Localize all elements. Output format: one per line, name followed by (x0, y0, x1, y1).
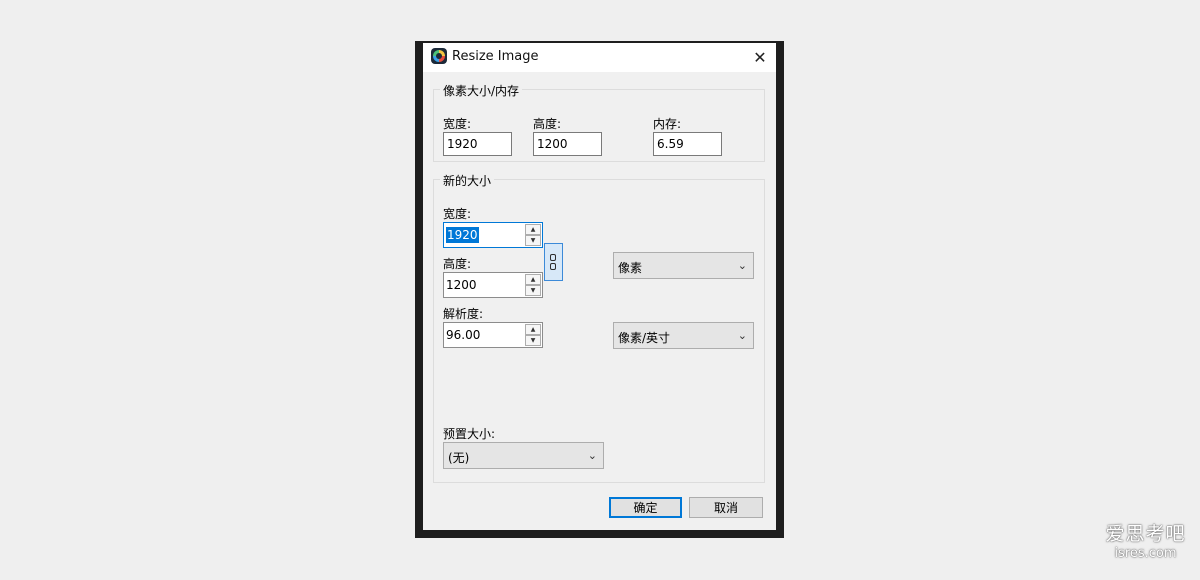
size-unit-select[interactable]: 像素 ⌄ (613, 252, 754, 279)
window-title: Resize Image (452, 49, 539, 64)
chain-link-icon (550, 254, 556, 261)
preset-size-select[interactable]: (无) ⌄ (443, 442, 604, 469)
watermark-url: isres.com (1114, 546, 1177, 561)
chevron-down-icon[interactable]: ▼ (525, 335, 541, 346)
new-height-label: 高度: (443, 257, 472, 271)
chevron-up-icon[interactable]: ▲ (525, 274, 541, 285)
close-icon: ✕ (753, 48, 767, 67)
new-height-value[interactable]: 1200 (446, 277, 477, 293)
new-height-spinner[interactable]: 1200 ▲ ▼ (443, 272, 543, 298)
app-icon (431, 48, 447, 64)
memory-field[interactable]: 6.59 (653, 132, 722, 156)
chevron-down-icon[interactable]: ▼ (525, 285, 541, 296)
orig-height-label: 高度: (533, 117, 562, 131)
preset-size-value: (无) (448, 451, 470, 465)
resize-image-dialog: Resize Image ✕ 像素大小/内存 宽度: 1920 高度: 1200… (423, 43, 776, 530)
resolution-value[interactable]: 96.00 (446, 327, 480, 343)
chevron-down-icon: ⌄ (587, 449, 597, 462)
chevron-down-icon[interactable]: ▼ (525, 235, 541, 246)
new-width-label: 宽度: (443, 207, 472, 221)
chevron-down-icon: ⌄ (737, 329, 747, 342)
ok-button[interactable]: 确定 (609, 497, 682, 518)
resolution-unit-select[interactable]: 像素/英寸 ⌄ (613, 322, 754, 349)
title-bar[interactable]: Resize Image ✕ (423, 43, 776, 72)
cancel-button[interactable]: 取消 (689, 497, 763, 518)
new-width-value[interactable]: 1920 (446, 227, 479, 243)
new-width-spinner[interactable]: 1920 ▲ ▼ (443, 222, 543, 248)
link-aspect-toggle[interactable] (544, 243, 563, 281)
memory-label: 内存: (653, 117, 682, 131)
chevron-down-icon: ⌄ (737, 259, 747, 272)
chevron-up-icon[interactable]: ▲ (525, 324, 541, 335)
pixel-size-legend: 像素大小/内存 (440, 82, 523, 99)
resolution-spinner[interactable]: 96.00 ▲ ▼ (443, 322, 543, 348)
preset-size-label: 预置大小: (443, 427, 496, 441)
chevron-up-icon[interactable]: ▲ (525, 224, 541, 235)
resolution-label: 解析度: (443, 307, 484, 321)
orig-width-field[interactable]: 1920 (443, 132, 512, 156)
close-button[interactable]: ✕ (744, 43, 776, 72)
orig-width-label: 宽度: (443, 117, 472, 131)
resolution-unit-value: 像素/英寸 (618, 331, 671, 345)
new-size-legend: 新的大小 (440, 172, 495, 189)
orig-height-field[interactable]: 1200 (533, 132, 602, 156)
watermark: 爱思考吧 isres.com (1103, 522, 1188, 561)
size-unit-value: 像素 (618, 261, 643, 275)
watermark-title: 爱思考吧 (1105, 523, 1186, 545)
